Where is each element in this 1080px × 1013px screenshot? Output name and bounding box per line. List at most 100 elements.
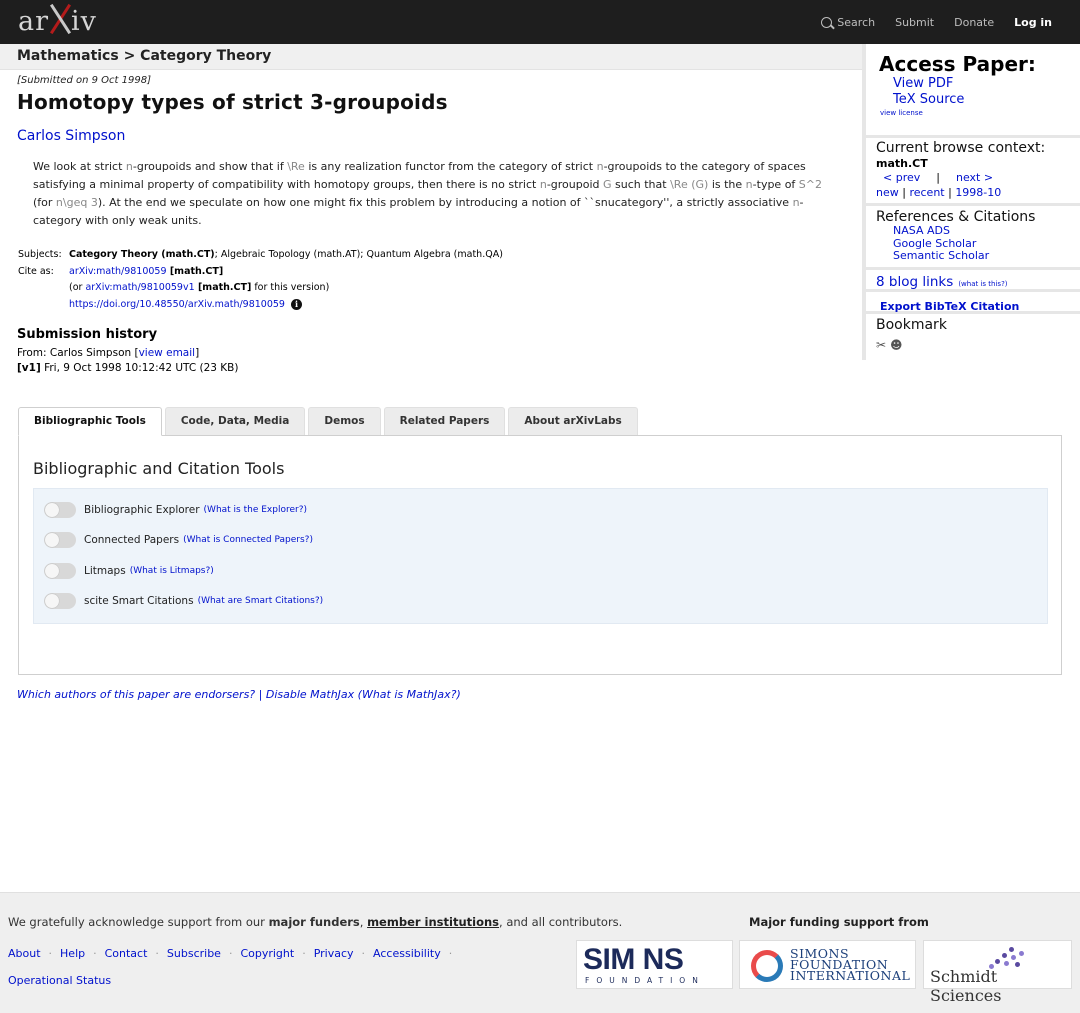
paper-title: Homotopy types of strict 3-groupoids [17,90,448,114]
tab-code-data-media[interactable]: Code, Data, Media [164,407,306,435]
tab-about-arxivlabs[interactable]: About arXivLabs [508,407,638,435]
top-bar: ar iv Search Submit Donate Log in [0,0,1080,44]
toggle-label: Bibliographic Explorer [84,504,200,516]
reddit-icon[interactable]: ☻ [890,338,904,352]
sfi-circle-icon [751,950,783,982]
next-link[interactable]: next > [956,171,993,184]
what-is-mathjax-link[interactable]: (What is MathJax?) [354,688,461,701]
access-links: View PDF TeX Source [876,76,1080,108]
abstract-text: ). At the end we speculate on how one mi… [97,196,793,209]
abstract-text: -groupoid [546,178,603,191]
blog-links-section: 8 blog links (what is this?) [866,270,1080,292]
operational-status-link[interactable]: Operational Status [8,974,111,987]
cite-category: [math.CT] [166,265,224,277]
toggle-row-scite: scite Smart Citations (What are Smart Ci… [44,592,323,610]
view-email-link[interactable]: view email [139,347,195,359]
abstract-text: We look at strict [33,160,126,173]
sfi-line-3: INTERNATIONAL [790,968,911,983]
info-icon[interactable]: i [290,298,302,310]
submitted-date: [Submitted on 9 Oct 1998] [17,75,151,86]
dot-separator: · [302,947,306,960]
doi-link[interactable]: https://doi.org/10.48550/arXiv.math/9810… [69,299,285,310]
history-from-end: ] [195,347,200,359]
view-license-link[interactable]: view license [880,109,923,117]
doi-spacer [17,297,69,314]
blog-what-link[interactable]: (what is this?) [958,280,1007,288]
bookmark-title: Bookmark [876,317,947,333]
prev-link[interactable]: < prev [883,171,920,184]
acknowledgement: We gratefully acknowledge support from o… [8,915,622,929]
references-links: NASA ADS Google Scholar Semantic Scholar [876,224,1080,263]
labs-tabs: Bibliographic Tools Code, Data, Media De… [18,407,638,436]
bibsonomy-icon[interactable]: ✂ [876,338,890,352]
breadcrumb[interactable]: Mathematics > Category Theory [0,44,862,70]
tab-bibliographic-tools[interactable]: Bibliographic Tools [18,407,162,436]
semantic-scholar-link[interactable]: Semantic Scholar [893,249,989,262]
other-subjects: ; Algebraic Topology (math.AT); Quantum … [214,249,503,260]
cite-id-link[interactable]: arXiv:math/9810059 [69,266,167,277]
help-link[interactable]: (What is Litmaps?) [130,566,214,576]
footer-accessibility[interactable]: Accessibility [373,947,441,960]
footer-contact[interactable]: Contact [105,947,148,960]
recent-link[interactable]: recent [909,186,944,199]
abstract-text: (for [33,196,56,209]
authors: Carlos Simpson [17,128,852,144]
history-version: [v1] Fri, 9 Oct 1998 10:12:42 UTC (23 KB… [17,361,852,376]
view-license: view license [876,109,1080,117]
nav-submit[interactable]: Submit [895,16,934,29]
major-funders[interactable]: major funders [269,915,360,929]
nav-login[interactable]: Log in [1014,16,1052,29]
help-link[interactable]: (What is the Explorer?) [204,505,307,515]
nav-search[interactable]: Search [821,16,875,29]
subjects-value: Category Theory (math.CT); Algebraic Top… [69,247,503,264]
footer-links: About · Help · Contact · Subscribe · Copyrig… [8,947,452,960]
new-link[interactable]: new [876,186,899,199]
tab-related-papers[interactable]: Related Papers [383,407,506,435]
top-nav: Search Submit Donate Log in [821,0,1052,44]
help-link[interactable]: (What are Smart Citations?) [198,596,324,606]
nav-donate[interactable]: Donate [954,16,994,29]
nasa-ads-link[interactable]: NASA ADS [893,224,950,237]
view-pdf-link[interactable]: View PDF [893,76,953,91]
dot-separator: · [228,947,233,960]
member-institutions-link[interactable]: member institutions [367,915,499,929]
tex-source-link[interactable]: TeX Source [893,92,964,107]
footer-privacy[interactable]: Privacy [314,947,354,960]
month-link[interactable]: 1998-10 [955,186,1001,199]
primary-subject: Category Theory (math.CT) [69,249,215,260]
export-bibtex-link[interactable]: Export BibTeX Citation [876,300,1019,313]
math-inline: n [792,196,800,209]
nav-search-label: Search [837,15,876,29]
footer-subscribe[interactable]: Subscribe [167,947,221,960]
history-from: From: Carlos Simpson [view email] [17,346,852,361]
abstract: We look at strict n -groupoids and show t… [33,158,833,230]
toggle-switch-litmaps[interactable] [44,563,76,579]
toggle-switch-connected-papers[interactable] [44,532,76,548]
blog-links-link[interactable]: 8 blog links [876,274,953,290]
prev-wrap: < prev [876,171,920,184]
google-scholar-link[interactable]: Google Scholar [893,237,976,250]
simons-foundation-international-logo[interactable]: SIMONS FOUNDATION INTERNATIONAL [739,940,916,989]
tab-demos[interactable]: Demos [308,407,381,435]
cite-version-link[interactable]: arXiv:math/9810059v1 [85,282,194,293]
operational-status: Operational Status [8,974,111,987]
footer-help[interactable]: Help [60,947,85,960]
toggle-switch-explorer[interactable] [44,502,76,518]
abstract-text: -type of [752,178,799,191]
footer-copyright[interactable]: Copyright [240,947,294,960]
logo-text-ar: ar [18,6,50,37]
schmidt-sciences-logo[interactable]: Schmidt Sciences [923,940,1072,1005]
math-inline: n [745,178,753,191]
arxiv-logo[interactable]: ar iv [18,4,97,40]
disable-mathjax-link[interactable]: Disable MathJax [266,688,354,701]
footer-about[interactable]: About [8,947,41,960]
cite-value: arXiv:math/9810059 [math.CT] [69,264,223,281]
simons-foundation-logo[interactable]: SIM NS FOUNDATION [576,940,733,989]
toggle-switch-scite[interactable] [44,593,76,609]
dot-separator: · [448,947,453,960]
help-link[interactable]: (What is Connected Papers?) [183,535,313,545]
endorsers-link[interactable]: Which authors of this paper are endorser… [17,688,255,701]
schmidt-dots-icon [987,947,1027,969]
abstract-text: -groupoids and show that if [132,160,288,173]
author-link[interactable]: Carlos Simpson [17,128,125,144]
